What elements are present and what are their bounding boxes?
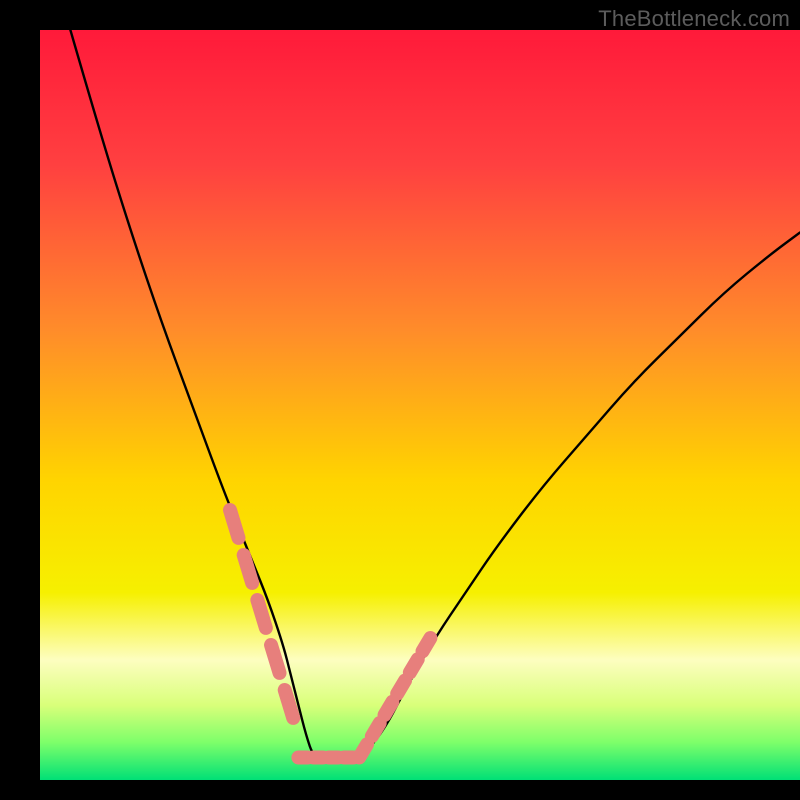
bead-segment [385, 702, 393, 715]
bead-segment [244, 555, 252, 583]
bottleneck-chart [0, 0, 800, 800]
bead-segment [397, 681, 405, 694]
bead-segment [372, 723, 380, 736]
bead-segment [257, 600, 265, 628]
chart-frame: TheBottleneck.com [0, 0, 800, 800]
bead-segment [410, 659, 418, 672]
watermark-text: TheBottleneck.com [598, 6, 790, 32]
bead-segment [359, 744, 367, 757]
bead-segment [423, 638, 431, 651]
bead-segment [285, 690, 293, 718]
bead-segment [230, 510, 238, 538]
bead-segment [271, 645, 279, 673]
